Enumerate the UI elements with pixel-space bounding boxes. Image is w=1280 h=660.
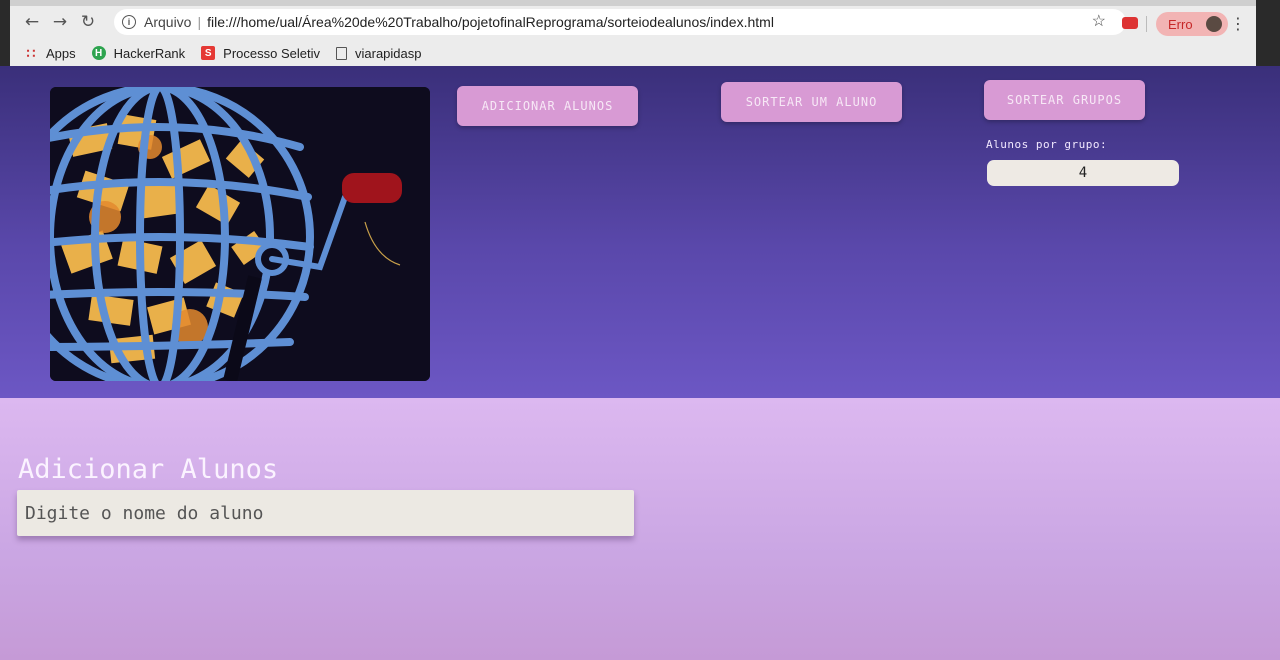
- group-size-label: Alunos por grupo:: [986, 138, 1108, 151]
- bookmark-processo-seletivo[interactable]: S Processo Seletiv: [201, 46, 320, 61]
- forward-arrow-icon[interactable]: →: [46, 8, 74, 36]
- profile-status-label: Erro: [1168, 16, 1193, 32]
- bookmark-label: Apps: [46, 45, 76, 61]
- bookmark-apps[interactable]: ∷ Apps: [24, 44, 76, 61]
- add-students-section: Adicionar Alunos: [0, 398, 1280, 660]
- group-size-input[interactable]: [987, 160, 1179, 186]
- bookmarks-bar: ∷ Apps H HackerRank S Processo Seletiv v…: [10, 40, 1256, 66]
- browser-chrome: ← → ↻ i Arquivo | file:///home/ual/Área%…: [10, 0, 1256, 66]
- apps-grid-icon: ∷: [26, 44, 36, 61]
- page-icon: [336, 46, 347, 60]
- profile-button[interactable]: Erro: [1156, 12, 1228, 36]
- extension-icon[interactable]: [1122, 17, 1138, 29]
- lottery-drum-image: [50, 87, 430, 381]
- hero-section: ADICIONAR ALUNOS SORTEAR UM ALUNO SORTEA…: [0, 66, 1280, 398]
- bookmark-label: HackerRank: [113, 45, 186, 61]
- browser-toolbar: ← → ↻ i Arquivo | file:///home/ual/Área%…: [10, 6, 1256, 38]
- lottery-drum-illustration: [50, 87, 430, 381]
- bookmark-label: viarapidasp: [355, 45, 422, 61]
- info-icon[interactable]: i: [122, 15, 136, 29]
- bookmark-star-icon[interactable]: ☆: [1092, 11, 1106, 31]
- section-title: Adicionar Alunos: [18, 454, 279, 485]
- draw-groups-button[interactable]: SORTEAR GRUPOS: [984, 80, 1145, 120]
- screen: ← → ↻ i Arquivo | file:///home/ual/Área%…: [0, 0, 1280, 660]
- page-content: ADICIONAR ALUNOS SORTEAR UM ALUNO SORTEA…: [0, 66, 1280, 660]
- add-students-button[interactable]: ADICIONAR ALUNOS: [457, 86, 638, 126]
- security-label: Arquivo: [144, 14, 192, 30]
- kebab-menu-icon[interactable]: ⋮: [1230, 14, 1246, 33]
- bookmark-label: Processo Seletiv: [223, 45, 320, 61]
- processo-seletivo-icon: S: [201, 46, 216, 60]
- bookmark-viarapidasp[interactable]: viarapidasp: [336, 46, 422, 61]
- student-name-input[interactable]: [17, 490, 634, 536]
- draw-one-student-button[interactable]: SORTEAR UM ALUNO: [721, 82, 902, 122]
- reload-icon[interactable]: ↻: [74, 8, 102, 36]
- url-separator: |: [197, 14, 202, 30]
- toolbar-divider: [1146, 16, 1147, 32]
- bookmark-hackerrank[interactable]: H HackerRank: [91, 45, 186, 61]
- back-arrow-icon[interactable]: ←: [18, 8, 46, 36]
- address-bar[interactable]: i Arquivo | file:///home/ual/Área%20de%2…: [114, 9, 1126, 35]
- hackerrank-icon: H: [91, 46, 106, 60]
- url-text[interactable]: file:///home/ual/Área%20de%20Trabalho/po…: [207, 14, 774, 30]
- avatar: [1206, 16, 1222, 32]
